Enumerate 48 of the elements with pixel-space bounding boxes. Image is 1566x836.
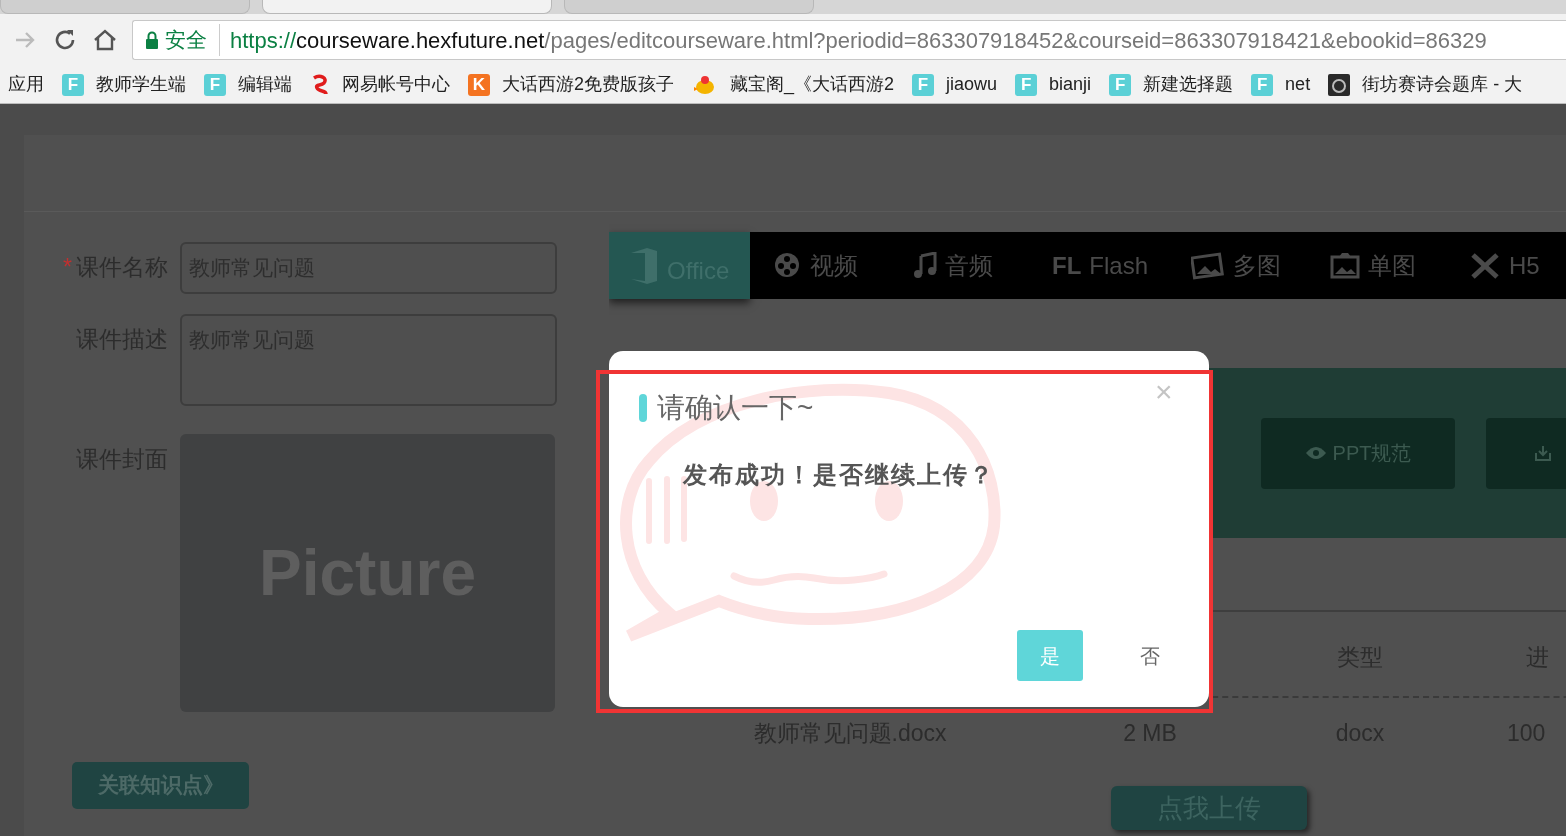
- type-tab[interactable]: 单图: [1306, 232, 1445, 299]
- image-icon: [1330, 251, 1360, 280]
- bookmark-icon: K: [468, 73, 490, 96]
- bookmark[interactable]: 应用: [0, 71, 54, 98]
- cancel-button[interactable]: 否: [1117, 630, 1183, 681]
- bookmark[interactable]: F jiaowu: [904, 71, 1008, 98]
- bookmark-icon: F: [1251, 73, 1274, 96]
- bookmark-icon: F: [912, 73, 935, 96]
- required-mark: *: [63, 254, 72, 280]
- type-tab[interactable]: 多图: [1167, 232, 1306, 299]
- bookmark[interactable]: 街坊赛诗会题库 - 大: [1320, 71, 1533, 98]
- bookmark[interactable]: 藏宝阁_《大话西游2: [684, 71, 905, 98]
- bookmark[interactable]: F 编辑端: [196, 71, 302, 98]
- bookmark[interactable]: F bianji: [1007, 71, 1102, 98]
- bookmark[interactable]: F 教师学生端: [54, 71, 196, 98]
- bookmark[interactable]: F net: [1243, 71, 1321, 98]
- type-tab[interactable]: FL Flash: [1028, 232, 1167, 299]
- browser-tab[interactable]: [262, 0, 552, 14]
- browser-tab[interactable]: [564, 0, 814, 14]
- type-tab[interactable]: 视频: [750, 232, 889, 299]
- bookmark-icon: F: [1015, 73, 1038, 96]
- address-bar[interactable]: 安全 https://courseware.hexfuture.net/pages/editcourseware.html?periodid=863307918452&courseid=863307918421&ebookid=86329: [132, 20, 1566, 60]
- close-button[interactable]: ×: [1155, 377, 1173, 407]
- bookmark[interactable]: K 大话西游2免费版孩子: [460, 71, 684, 98]
- images-icon: [1191, 251, 1225, 280]
- type-tab[interactable]: 音频: [889, 232, 1028, 299]
- title-accent-bar: [639, 394, 647, 422]
- type-tab[interactable]: H5: [1445, 232, 1566, 299]
- lock-icon: [145, 31, 159, 49]
- bookmark-icon: F: [1109, 73, 1132, 96]
- eye-icon: [1304, 446, 1327, 460]
- music-note-icon: [913, 251, 937, 280]
- film-reel-icon: [774, 251, 802, 280]
- bookmark-icon: F: [204, 73, 226, 96]
- bookmark[interactable]: 网易帐号中心: [302, 71, 460, 98]
- bookmark-icon: F: [62, 73, 84, 96]
- download-icon: [1534, 444, 1552, 462]
- flash-icon: FL: [1052, 247, 1082, 284]
- security-label: 安全: [159, 24, 220, 56]
- swirl-icon: [310, 73, 330, 96]
- url-text: https://courseware.hexfuture.net/pages/editcourseware.html?periodid=863307918452&courseid=863307918421&ebookid=86329: [230, 26, 1487, 55]
- bookmark[interactable]: F 新建选择题: [1101, 71, 1244, 98]
- dialog-title: 请确认一下~: [657, 391, 814, 425]
- confirm-button[interactable]: 是: [1017, 630, 1083, 681]
- dialog-message: 发布成功！是否继续上传？: [683, 460, 995, 490]
- home-icon[interactable]: [92, 27, 118, 53]
- browser-tab[interactable]: [0, 0, 250, 14]
- app-icon: [1328, 73, 1351, 96]
